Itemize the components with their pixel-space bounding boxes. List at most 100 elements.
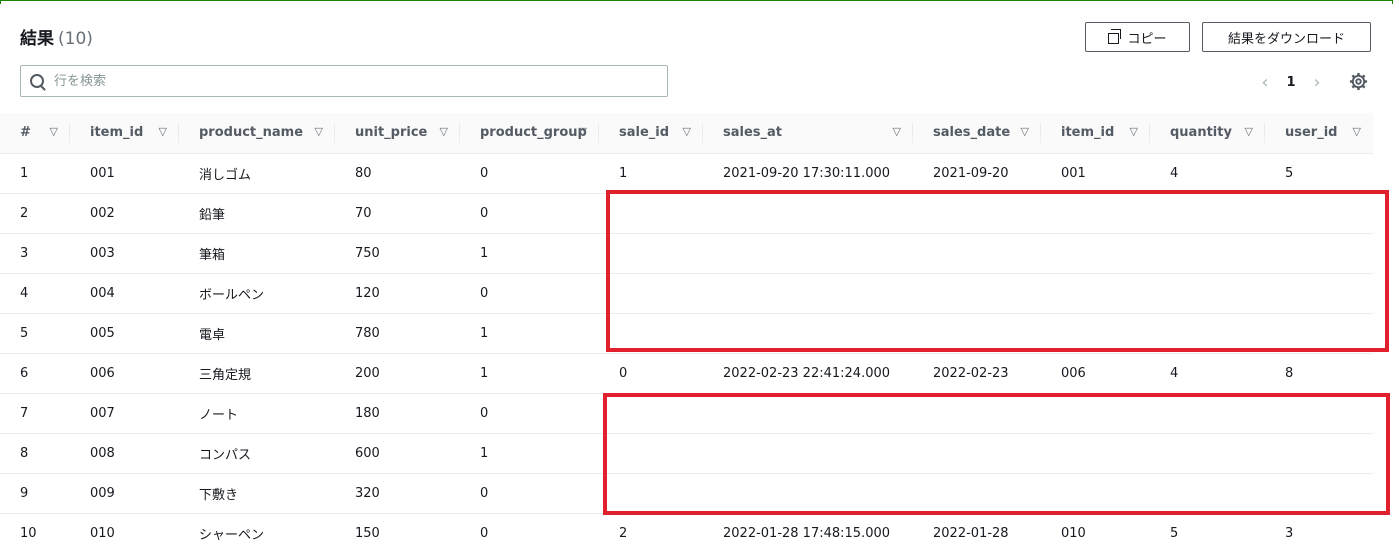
table-cell: 三角定規: [199, 367, 252, 383]
table-cell: 005: [90, 325, 115, 341]
table-cell: 3: [1285, 525, 1294, 541]
table-cell: 2022-02-23 22:41:24.000: [723, 365, 891, 381]
column-header[interactable]: quantity ▽: [1150, 113, 1265, 153]
table-cell: 消しゴム: [199, 167, 252, 183]
copy-button-label: コピー: [1127, 31, 1167, 47]
table-cell: 010: [90, 525, 115, 541]
table-cell: 7: [20, 405, 29, 421]
table-cell: 1: [480, 325, 489, 341]
table-cell: 1: [480, 445, 489, 461]
sort-icon[interactable]: ▽: [1353, 125, 1361, 138]
copy-button[interactable]: コピー: [1085, 22, 1190, 52]
row-search-input[interactable]: [52, 72, 636, 90]
table-cell: 0: [480, 405, 489, 421]
sort-icon[interactable]: ▽: [440, 125, 448, 138]
sort-icon[interactable]: ▽: [50, 125, 58, 138]
column-header[interactable]: item_id ▽: [70, 113, 179, 153]
column-header[interactable]: sales_date ▽: [913, 113, 1041, 153]
table-cell: 2021-09-20: [933, 165, 1009, 181]
column-header[interactable]: # ▽: [0, 113, 70, 153]
column-header[interactable]: sales_at ▽: [703, 113, 913, 153]
table-cell: 1: [480, 245, 489, 261]
table-cell: 009: [90, 485, 115, 501]
current-page-number[interactable]: 1: [1275, 75, 1307, 90]
settings-gear-icon[interactable]: [1349, 72, 1368, 91]
table-cell: 5: [20, 325, 29, 341]
table-cell: 1: [619, 165, 628, 181]
table-cell: 007: [90, 405, 115, 421]
table-cell: 003: [90, 245, 115, 261]
table-cell: 4: [1170, 365, 1179, 381]
sort-icon[interactable]: ▽: [159, 125, 167, 138]
sort-icon[interactable]: ▽: [1021, 125, 1029, 138]
column-header-label: item_id: [90, 125, 144, 141]
table-cell: ノート: [199, 407, 239, 423]
sort-icon[interactable]: ▽: [1245, 125, 1253, 138]
table-cell: 8: [20, 445, 29, 461]
table-cell: 001: [90, 165, 115, 181]
table-cell: 0: [480, 485, 489, 501]
table-cell: 002: [90, 205, 115, 221]
column-header[interactable]: user_id ▽: [1265, 113, 1373, 153]
table-cell: 200: [355, 365, 380, 381]
download-results-button[interactable]: 結果をダウンロード: [1202, 22, 1371, 52]
table-cell: 2022-01-28: [933, 525, 1009, 541]
table-cell: 80: [355, 165, 372, 181]
sort-icon[interactable]: ▽: [315, 125, 323, 138]
table-cell: 0: [619, 365, 628, 381]
table-cell: 004: [90, 285, 115, 301]
sort-icon[interactable]: ▽: [579, 125, 587, 138]
table-cell: 780: [355, 325, 380, 341]
table-cell: 1: [20, 165, 29, 181]
column-header-label: product_name: [199, 125, 304, 141]
column-header-label: quantity: [1170, 125, 1232, 141]
table-cell: 0: [480, 205, 489, 221]
column-header-label: unit_price: [355, 125, 428, 141]
table-cell: 2022-02-23: [933, 365, 1009, 381]
column-header-label: product_group: [480, 125, 587, 141]
table-cell: 電卓: [199, 327, 226, 343]
highlight-box-null-rows-7-9: [603, 393, 1390, 515]
table-cell: 8: [1285, 365, 1294, 381]
table-cell: 006: [90, 365, 115, 381]
table-row[interactable]: 6 006 三角定規 200 1 0 2022-02-23 22:41:24.000 2022…: [0, 353, 1373, 393]
table-cell: 120: [355, 285, 380, 301]
table-cell: 5: [1170, 525, 1179, 541]
column-header[interactable]: product_group ▽: [460, 113, 599, 153]
table-cell: 180: [355, 405, 380, 421]
table-cell: 2021-09-20 17:30:11.000: [723, 165, 891, 181]
column-header[interactable]: product_name ▽: [179, 113, 335, 153]
table-cell: 2022-01-28 17:48:15.000: [723, 525, 891, 541]
table-row[interactable]: 1 001 消しゴム 80 0 1 2021-09-20 17:30:11.000 2021-…: [0, 153, 1373, 193]
previous-page-button[interactable]: ‹: [1255, 72, 1275, 93]
table-cell: 006: [1061, 365, 1086, 381]
table-cell: 010: [1061, 525, 1086, 541]
sort-icon[interactable]: ▽: [683, 125, 691, 138]
next-page-button[interactable]: ›: [1307, 72, 1327, 93]
top-success-border: [0, 0, 1393, 4]
pagination: ‹ 1 ›: [1255, 72, 1327, 93]
table-header-row: # ▽ item_id ▽ product_name ▽ unit_price ▽ produc…: [0, 113, 1373, 153]
sort-icon[interactable]: ▽: [1130, 125, 1138, 138]
column-header[interactable]: sale_id ▽: [599, 113, 703, 153]
column-header[interactable]: item_id ▽: [1041, 113, 1150, 153]
table-cell: 320: [355, 485, 380, 501]
column-header-label: sale_id: [619, 125, 670, 141]
table-cell: 1: [480, 365, 489, 381]
table-cell: 70: [355, 205, 372, 221]
table-cell: 0: [480, 525, 489, 541]
column-header[interactable]: unit_price ▽: [335, 113, 460, 153]
table-cell: 3: [20, 245, 29, 261]
table-cell: 750: [355, 245, 380, 261]
results-title-text: 結果: [20, 29, 54, 49]
column-header-label: user_id: [1285, 125, 1338, 141]
table-cell: 2: [20, 205, 29, 221]
table-cell: 下敷き: [199, 487, 239, 503]
table-cell: 4: [1170, 165, 1179, 181]
highlight-box-null-rows-2-5: [606, 190, 1389, 352]
sort-icon[interactable]: ▽: [893, 125, 901, 138]
table-row[interactable]: 10 010 シャーペン 150 0 2 2022-01-28 17:48:15.000 20…: [0, 513, 1373, 553]
table-cell: 鉛筆: [199, 207, 226, 223]
column-header-label: #: [20, 125, 31, 141]
table-cell: 0: [480, 165, 489, 181]
